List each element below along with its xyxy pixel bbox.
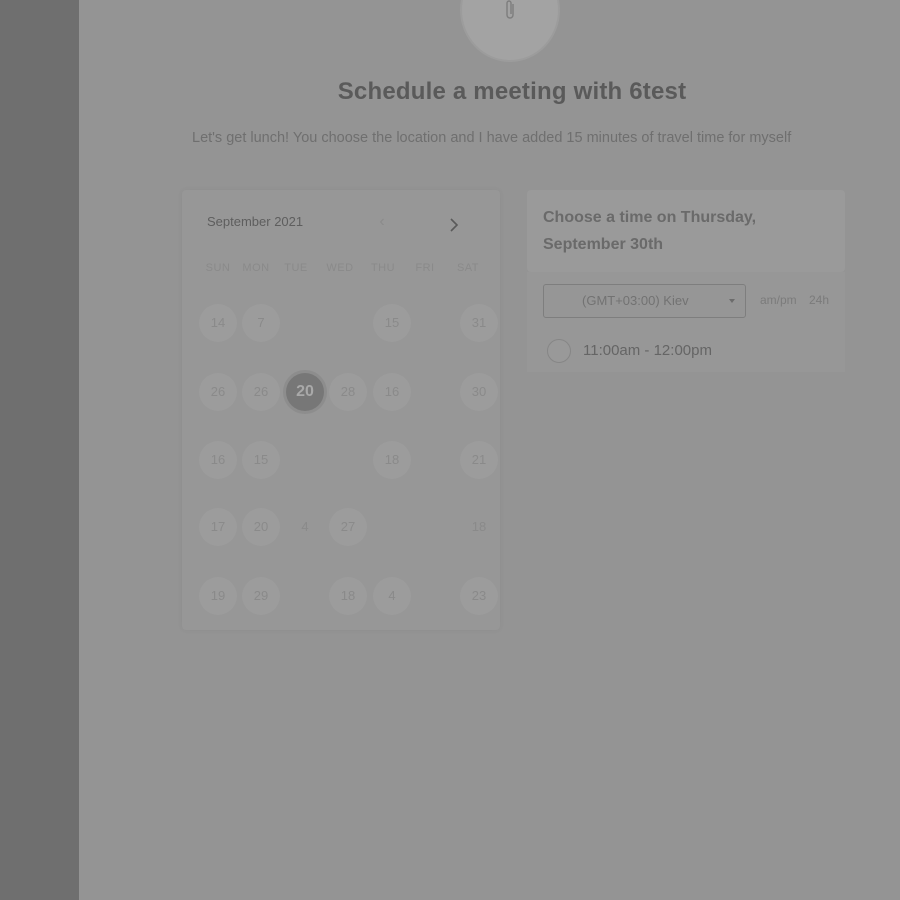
calendar-day[interactable]: 18	[329, 577, 367, 615]
weekday-wed: WED	[326, 262, 354, 274]
calendar-day[interactable]: 14	[199, 304, 237, 342]
calendar-day[interactable]: 31	[460, 304, 498, 342]
calendar-day[interactable]: 15	[373, 304, 411, 342]
calendar-day[interactable]: 4	[286, 508, 324, 546]
calendar-day[interactable]: 18	[460, 508, 498, 546]
paperclip-icon	[506, 0, 514, 19]
calendar-day-selected[interactable]: 20	[286, 373, 324, 411]
page-title: Schedule a meeting with 6test	[337, 78, 687, 105]
time-slot-radio[interactable]	[547, 339, 571, 363]
calendar-day[interactable]: 29	[242, 577, 280, 615]
calendar-day[interactable]: 23	[460, 577, 498, 615]
calendar-day[interactable]: 15	[242, 441, 280, 479]
format-ampm-toggle[interactable]: am/pm	[760, 293, 797, 307]
calendar-day[interactable]: 28	[329, 373, 367, 411]
weekday-sat: SAT	[456, 262, 480, 274]
calendar-day[interactable]: 21	[460, 441, 498, 479]
calendar-day[interactable]: 26	[242, 373, 280, 411]
timezone-value: (GMT+03:00) Kiev	[582, 293, 689, 308]
calendar-day[interactable]: 17	[199, 508, 237, 546]
time-slot-label[interactable]: 11:00am - 12:00pm	[583, 342, 712, 359]
chevron-left-icon[interactable]: ‹	[372, 212, 392, 232]
calendar-day[interactable]: 19	[199, 577, 237, 615]
calendar-day[interactable]: 27	[329, 508, 367, 546]
calendar-day[interactable]: 16	[373, 373, 411, 411]
side-panel	[0, 0, 79, 900]
calendar-day[interactable]: 20	[242, 508, 280, 546]
month-label: September 2021	[207, 214, 304, 229]
weekday-fri: FRI	[415, 262, 435, 274]
caret-down-icon	[729, 299, 735, 303]
weekday-mon: MON	[242, 262, 270, 274]
calendar-day[interactable]: 18	[373, 441, 411, 479]
page-subtitle: Let's get lunch! You choose the location…	[192, 130, 792, 146]
timezone-select[interactable]: (GMT+03:00) Kiev	[543, 284, 746, 318]
calendar-day[interactable]: 26	[199, 373, 237, 411]
calendar-day[interactable]: 7	[242, 304, 280, 342]
weekday-thu: THU	[370, 262, 396, 274]
time-panel-heading: Choose a time on Thursday, September 30t…	[543, 209, 757, 253]
chevron-right-icon[interactable]	[444, 214, 464, 234]
weekday-tue: TUE	[284, 262, 308, 274]
calendar-day[interactable]: 16	[199, 441, 237, 479]
calendar-day[interactable]: 4	[373, 577, 411, 615]
calendar-day[interactable]: 30	[460, 373, 498, 411]
format-24h-toggle[interactable]: 24h	[809, 293, 829, 307]
